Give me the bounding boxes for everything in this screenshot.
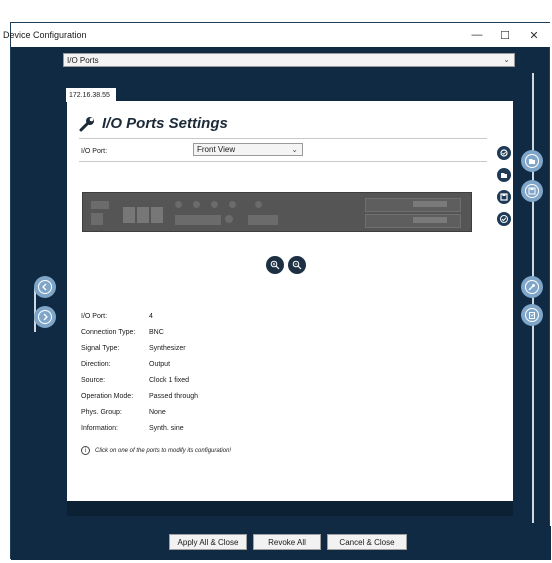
detail-label-information: Information: — [81, 425, 118, 432]
wrench-icon — [525, 280, 539, 294]
device-configuration-window: Device Configuration — ☐ ✕ I/O Ports ⌄ 1… — [3, 22, 551, 560]
open-file-button[interactable] — [495, 166, 513, 184]
view-select-value: Front View — [197, 145, 236, 154]
window-title: Device Configuration — [3, 30, 87, 40]
io-port-label: I/O Port: — [81, 148, 108, 155]
hint-text: Click on one of the ports to modify its … — [95, 447, 232, 454]
cancel-close-button[interactable]: Cancel & Close — [327, 534, 407, 550]
next-icon — [38, 310, 52, 324]
port-1[interactable] — [123, 207, 135, 223]
maximize-button[interactable]: ☐ — [490, 23, 520, 47]
port-6[interactable] — [211, 201, 218, 208]
view-select[interactable]: Front View ⌄ — [193, 143, 303, 156]
zoom-in-button[interactable] — [266, 256, 284, 274]
detail-value-signal-type: Synthesizer — [149, 345, 186, 352]
save-icon — [525, 184, 539, 198]
right-nav-rail — [532, 73, 534, 523]
zoom-out-button[interactable] — [288, 256, 306, 274]
port-8[interactable] — [255, 201, 262, 208]
detail-label-phys-group: Phys. Group: — [81, 409, 122, 416]
detail-label-operation-mode: Operation Mode: — [81, 393, 134, 400]
chevron-down-icon: ⌄ — [503, 55, 510, 64]
zoom-out-icon — [292, 260, 302, 270]
apply-all-close-button[interactable]: Apply All & Close — [169, 534, 247, 550]
save-button[interactable] — [495, 188, 513, 206]
detail-value-phys-group: None — [149, 409, 166, 416]
detail-value-operation-mode: Passed through — [149, 393, 199, 400]
save-icon — [500, 193, 508, 201]
verify-icon — [500, 215, 508, 223]
device-front-view[interactable] — [82, 192, 472, 232]
settings-check-button[interactable] — [495, 144, 513, 162]
page-title: I/O Ports Settings — [102, 115, 228, 132]
detail-value-information: Synth. sine — [149, 425, 184, 432]
clipboard-icon — [525, 308, 539, 322]
port-5[interactable] — [193, 201, 200, 208]
hint-message: i Click on one of the ports to modify it… — [81, 446, 231, 455]
previous-icon — [38, 280, 52, 294]
right-report-button[interactable] — [521, 304, 543, 326]
detail-label-io-port: I/O Port: — [81, 313, 108, 320]
settings-panel: I/O Ports Settings I/O Port: Front View … — [67, 101, 513, 501]
previous-button[interactable] — [34, 276, 56, 298]
close-button[interactable]: ✕ — [519, 23, 549, 47]
detail-label-signal-type: Signal Type: — [81, 345, 120, 352]
right-save-button[interactable] — [521, 180, 543, 202]
section-select-value: I/O Ports — [67, 55, 99, 65]
right-tools-button[interactable] — [521, 276, 543, 298]
revoke-all-button[interactable]: Revoke All — [253, 534, 321, 550]
settings-check-icon — [500, 149, 508, 157]
info-icon: i — [81, 446, 90, 455]
detail-label-connection-type: Connection Type: — [81, 329, 136, 336]
title-bar: Device Configuration — ☐ ✕ — [3, 23, 551, 47]
detail-value-connection-type: BNC — [149, 329, 164, 336]
panel-footer — [67, 501, 513, 516]
open-file-icon — [501, 173, 507, 178]
view-divider — [79, 161, 487, 162]
open-file-icon — [525, 154, 539, 168]
port-2[interactable] — [137, 207, 149, 223]
minimize-button[interactable]: — — [462, 23, 492, 47]
wrench-icon — [79, 116, 94, 131]
detail-value-source: Clock 1 fixed — [149, 377, 190, 384]
tab-device-address[interactable]: 172.16.38.55 — [66, 88, 116, 102]
detail-value-io-port: 4 — [149, 313, 153, 320]
heading-divider — [79, 138, 487, 139]
chevron-down-icon: ⌄ — [291, 145, 298, 154]
zoom-in-icon — [270, 260, 280, 270]
detail-label-source: Source: — [81, 377, 106, 384]
detail-value-direction: Output — [149, 361, 171, 368]
port-3[interactable] — [151, 207, 163, 223]
port-7[interactable] — [229, 201, 236, 208]
port-4[interactable] — [175, 201, 182, 208]
next-button[interactable] — [34, 306, 56, 328]
detail-label-direction: Direction: — [81, 361, 111, 368]
page-heading: I/O Ports Settings — [79, 115, 228, 132]
right-open-button[interactable] — [521, 150, 543, 172]
verify-button[interactable] — [495, 210, 513, 228]
section-select[interactable]: I/O Ports ⌄ — [63, 53, 515, 67]
